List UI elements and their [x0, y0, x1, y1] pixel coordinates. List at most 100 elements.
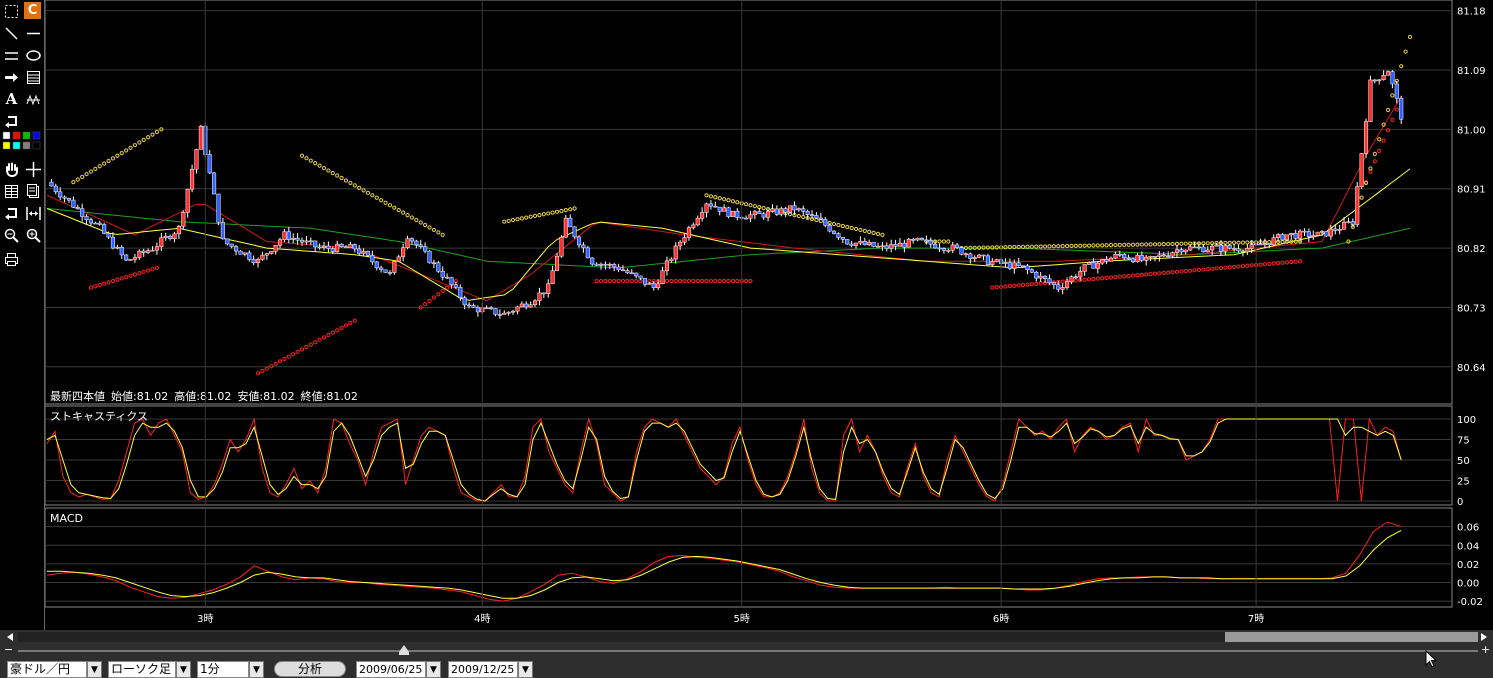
candle-body [299, 239, 305, 243]
date-to-field[interactable]: 2009/12/25 [448, 661, 518, 678]
candle-body [194, 149, 199, 170]
stochastics-panel[interactable]: 100 75 50 25 0 ストキャスティクス [45, 405, 1476, 508]
crosshair-icon[interactable] [24, 160, 43, 179]
candle-body [251, 259, 256, 263]
macd-panel[interactable]: 0.06 0.04 0.02 0.00 -0.02 MACD [45, 507, 1483, 608]
candle-body [634, 272, 639, 277]
candle-body [1240, 250, 1245, 253]
x-tick-label: 7時 [1248, 613, 1264, 625]
scroll-right-icon[interactable] [1478, 631, 1490, 643]
candle-body [682, 237, 687, 243]
horizontal-scrollbar[interactable] [18, 632, 1478, 642]
hand-icon[interactable] [2, 160, 21, 179]
candle-body [884, 245, 889, 249]
candle-body [1280, 234, 1285, 241]
candle-body [726, 207, 731, 217]
chart-type-select[interactable]: ローソク足 [108, 661, 176, 678]
date-from-dropdown-icon[interactable]: ▼ [426, 661, 441, 678]
candle-body [660, 270, 665, 285]
candle-body [62, 196, 67, 199]
candle-body [581, 244, 586, 249]
price-panel[interactable]: 81.18 81.09 81.00 80.91 80.82 80.73 80.64 最新四本… [45, 0, 1486, 405]
interval-select[interactable]: 1分 [197, 661, 249, 678]
candle-body [58, 191, 63, 198]
candle-body [1355, 186, 1360, 225]
candle-body [49, 181, 54, 187]
candle-body [1021, 265, 1026, 267]
y-tick-label: 0 [1457, 497, 1463, 508]
candle-body [554, 255, 560, 271]
chart-area[interactable]: 81.18 81.09 81.00 80.91 80.82 80.73 80.64 最新四本… [45, 0, 1493, 630]
ellipse-icon[interactable] [24, 46, 43, 65]
candle-body [563, 217, 568, 238]
candle-body [97, 222, 102, 225]
candle-body [946, 250, 951, 252]
interval-dropdown-icon[interactable]: ▼ [249, 661, 264, 678]
candle-body [1218, 244, 1223, 252]
scrollbar-thumb[interactable] [1225, 632, 1478, 642]
candle-body [788, 205, 793, 213]
scroll-left-icon[interactable] [4, 631, 16, 643]
chart-type-dropdown-icon[interactable]: ▼ [176, 661, 191, 678]
select-rect-icon[interactable] [2, 2, 21, 21]
y-tick-label: 81.00 [1457, 125, 1486, 136]
fibonacci-icon[interactable] [24, 68, 43, 87]
parallel-lines-icon[interactable] [2, 46, 21, 65]
candle-body [458, 287, 463, 298]
candle-body [977, 254, 982, 258]
candle-body [893, 244, 898, 247]
grid-icon[interactable] [2, 182, 21, 201]
candle-body [550, 270, 555, 284]
arrow-icon[interactable] [2, 68, 21, 87]
text-icon[interactable]: A [2, 90, 21, 109]
analyze-button[interactable]: 分析 [274, 661, 346, 677]
candle-body [291, 237, 296, 240]
redo-icon[interactable] [2, 204, 21, 223]
candle-body [1210, 245, 1215, 251]
candle-body [1130, 258, 1136, 262]
zoom-plus-button[interactable]: + [1481, 644, 1491, 656]
zigzag-icon[interactable] [24, 90, 43, 109]
candle-body [269, 251, 274, 254]
currency-pair-select[interactable]: 豪ドル／円 [7, 661, 87, 678]
clipboard-icon[interactable] [24, 182, 43, 201]
candle-body [1359, 153, 1364, 187]
zoom-slider[interactable] [18, 650, 1478, 652]
date-from-field[interactable]: 2009/06/25 [356, 661, 426, 678]
candle-body [1148, 256, 1153, 258]
palette-icon[interactable] [2, 131, 42, 151]
candle-body [1007, 262, 1012, 269]
c-icon[interactable]: C [24, 2, 41, 19]
zoom-minus-button[interactable]: − [4, 644, 14, 656]
candle-body [273, 244, 278, 252]
currency-pair-dropdown-icon[interactable]: ▼ [87, 661, 102, 678]
candle-body [950, 244, 955, 251]
print-icon[interactable] [2, 250, 21, 269]
zoom-out-icon[interactable] [2, 226, 21, 245]
candle-body [436, 262, 441, 272]
fit-width-icon[interactable] [24, 204, 43, 223]
hline-icon[interactable] [24, 24, 43, 43]
candle-body [379, 267, 384, 271]
candle-body [247, 252, 252, 260]
candle-body [818, 217, 823, 220]
candle-body [585, 247, 590, 259]
candle-body [981, 254, 986, 257]
candle-body [229, 243, 234, 247]
undo-icon[interactable] [2, 112, 21, 131]
trendline-icon[interactable] [2, 24, 21, 43]
date-to-dropdown-icon[interactable]: ▼ [518, 661, 533, 678]
candle-body [594, 263, 599, 266]
zoom-slider-handle[interactable] [399, 645, 409, 655]
zoom-in-icon[interactable] [24, 226, 43, 245]
candle-body [1034, 272, 1039, 279]
candle-body [515, 306, 520, 312]
candle-body [168, 235, 173, 239]
candle-body [559, 236, 564, 257]
candle-body [1201, 246, 1206, 253]
candle-body [1341, 221, 1347, 230]
candle-body [1214, 244, 1219, 247]
candle-body [374, 261, 379, 269]
candle-body [1271, 237, 1276, 246]
candle-body [1108, 257, 1114, 262]
